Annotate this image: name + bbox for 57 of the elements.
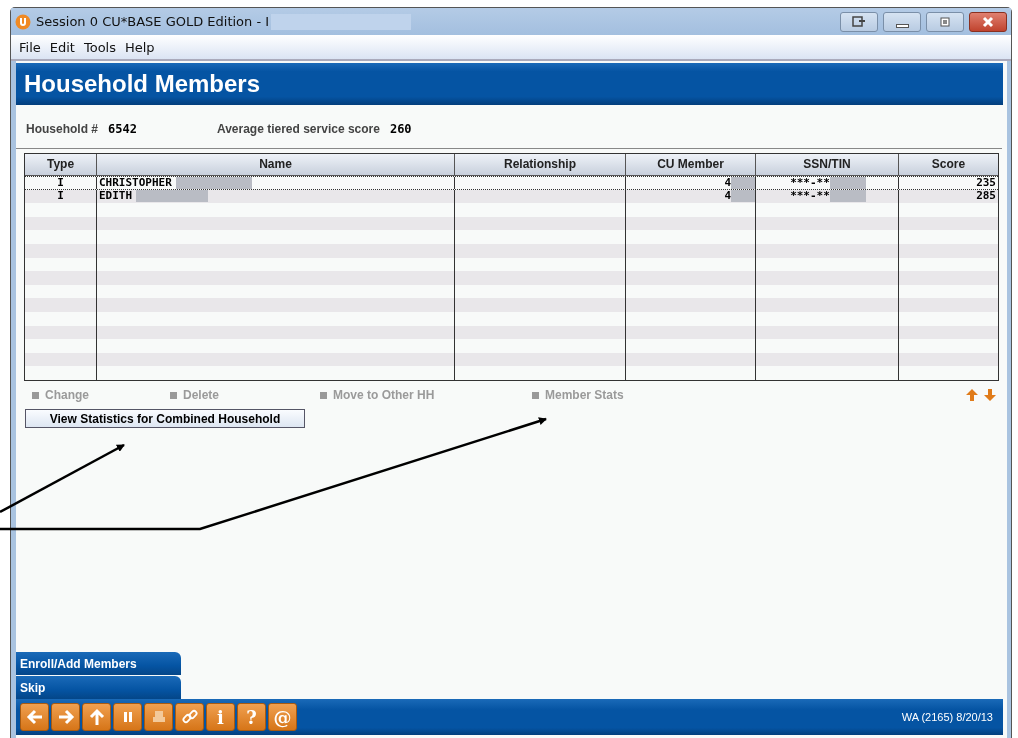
table-cell: I xyxy=(57,190,64,203)
table-cell: EDITH xyxy=(99,190,133,203)
maximize-button[interactable] xyxy=(926,11,964,32)
field-value: 6542 xyxy=(108,122,137,136)
column-header[interactable]: Type xyxy=(25,154,97,175)
back-arrow-icon xyxy=(25,708,44,726)
toolbar-button[interactable] xyxy=(51,703,80,731)
printer-icon xyxy=(150,709,167,725)
redaction-block xyxy=(829,177,866,189)
menu-item[interactable]: Edit xyxy=(49,39,75,55)
window-title: Session 0 CU*BASE GOLD Edition - I xyxy=(36,14,270,29)
view-statistics-button[interactable]: View Statistics for Combined Household xyxy=(25,409,305,428)
column-header[interactable]: Name xyxy=(97,154,455,175)
toolbar-button[interactable] xyxy=(175,703,204,731)
table-cell: 285 xyxy=(976,190,996,203)
column-header[interactable]: Score xyxy=(899,154,998,175)
up-arrow-icon[interactable] xyxy=(965,388,979,402)
side-button[interactable]: Enroll/Add Members xyxy=(16,652,181,675)
column-header[interactable]: CU Member xyxy=(626,154,756,175)
close-icon xyxy=(981,15,995,28)
redaction-block xyxy=(731,177,755,189)
redaction-block xyxy=(731,190,755,203)
field-label: Average tiered service score xyxy=(216,122,380,136)
table-cell: ***-** xyxy=(790,177,830,189)
toolbar-button[interactable] xyxy=(82,703,111,731)
menu-item[interactable]: Help xyxy=(125,39,155,55)
maximize-icon xyxy=(939,15,951,28)
restore-view-button[interactable] xyxy=(840,11,878,32)
table-cell: I xyxy=(57,177,64,189)
status-text: WA (2165) 8/20/13 xyxy=(901,711,993,723)
table-cell: 4 xyxy=(724,190,731,203)
side-button[interactable]: Skip xyxy=(16,676,181,699)
app-logo-icon xyxy=(15,13,31,30)
up-arrow-icon xyxy=(87,708,106,726)
toolbar-button[interactable] xyxy=(144,703,173,731)
column-header[interactable]: SSN/TIN xyxy=(756,154,899,175)
window-exit-icon xyxy=(851,15,867,28)
chain-link-icon xyxy=(180,708,199,726)
toolbar-button[interactable] xyxy=(20,703,49,731)
minimize-icon xyxy=(895,23,909,28)
forward-arrow-icon xyxy=(56,708,75,726)
menu-item[interactable]: Tools xyxy=(83,39,116,55)
toolbar-button[interactable] xyxy=(113,703,142,731)
minimize-button[interactable] xyxy=(883,11,921,32)
down-arrow-icon[interactable] xyxy=(983,388,997,402)
close-button[interactable] xyxy=(969,11,1007,32)
menu-item[interactable]: File xyxy=(19,39,41,55)
column-header[interactable]: Relationship xyxy=(455,154,626,175)
table-cell: 4 xyxy=(724,177,731,189)
field-label: Household # xyxy=(26,122,98,136)
table-cell: CHRISTOPHER xyxy=(99,177,172,189)
field-value: 260 xyxy=(389,122,412,136)
page-title: Household Members xyxy=(24,70,261,98)
table-cell: 235 xyxy=(976,177,996,189)
table-cell: ***-** xyxy=(790,190,830,203)
redaction-block xyxy=(829,190,866,203)
table-row[interactable]: I CHRISTOPHER 4 ***-** 235 xyxy=(25,176,998,190)
